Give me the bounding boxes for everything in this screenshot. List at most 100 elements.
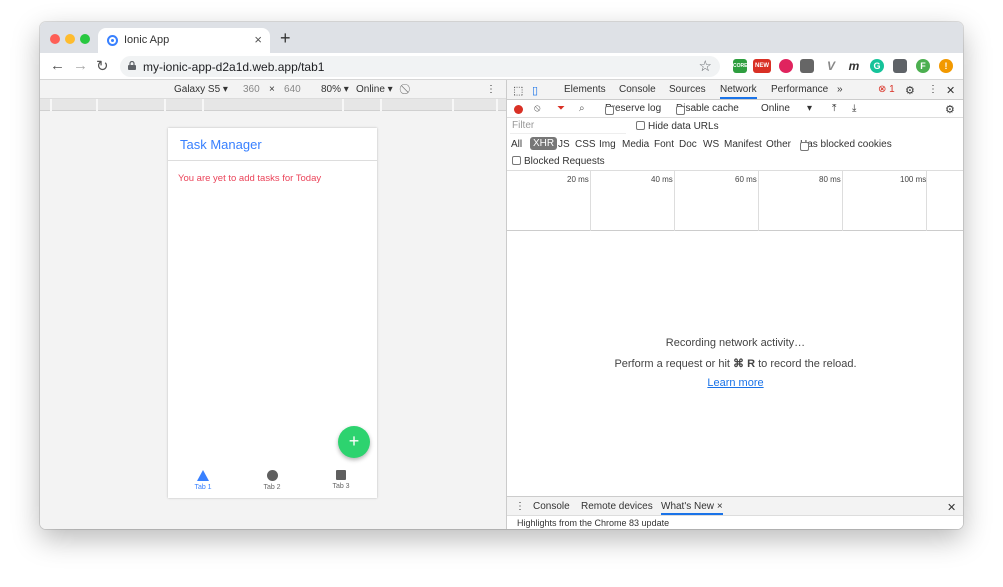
drawer-menu-icon[interactable]: ⋮ <box>515 501 525 512</box>
type-doc[interactable]: Doc <box>679 139 697 150</box>
tab-strip: Ionic App × + <box>40 22 963 53</box>
device-toggle-icon[interactable]: ▯ <box>532 84 538 97</box>
type-manifest[interactable]: Manifest <box>724 139 762 150</box>
more-tabs-icon[interactable]: » <box>837 84 843 95</box>
has-blocked-cookies-checkbox[interactable]: Has blocked cookies <box>800 139 892 151</box>
type-media[interactable]: Media <box>622 139 649 150</box>
tab-close-icon[interactable]: × <box>254 32 262 47</box>
error-counter[interactable]: ⊗ 1 <box>878 84 895 95</box>
tab-2[interactable]: Tab 2 <box>252 470 292 491</box>
devtools-drawer: ⋮ Console Remote devices What's New × ✕ … <box>507 496 963 529</box>
browser-toolbar: ← → ↻ my-ionic-app-d2a1d.web.app/tab1 ☆ … <box>40 53 963 80</box>
mobile-app-frame: Task Manager You are yet to add tasks fo… <box>168 128 377 498</box>
tab-sources[interactable]: Sources <box>669 84 706 95</box>
devtools-tabbar: ⬚ ▯ Elements Console Sources Network Per… <box>507 80 963 100</box>
forward-icon[interactable]: → <box>73 57 88 74</box>
settings-gear-icon[interactable]: ⚙ <box>905 84 915 97</box>
filter-funnel-icon[interactable]: ⏷ <box>557 103 565 114</box>
close-drawer-icon[interactable]: ✕ <box>947 501 956 514</box>
clear-icon[interactable]: ⦸ <box>534 103 541 114</box>
inspect-element-icon[interactable]: ⬚ <box>513 84 523 97</box>
close-whats-new-icon[interactable]: × <box>717 501 723 512</box>
tab-network[interactable]: Network <box>720 84 757 99</box>
more-options-icon[interactable]: ⋮ <box>486 84 496 95</box>
device-width[interactable]: 360 <box>243 84 260 95</box>
record-hint: Perform a request or hit ⌘ R to record t… <box>507 357 963 370</box>
browser-window: Ionic App × + ← → ↻ my-ionic-app-d2a1d.w… <box>40 22 963 529</box>
timeline-tick: 80 ms <box>819 175 841 184</box>
filter-input[interactable]: Filter <box>510 120 626 134</box>
type-css[interactable]: CSS <box>575 139 596 150</box>
empty-tasks-message: You are yet to add tasks for Today <box>178 173 322 184</box>
square-icon <box>336 470 346 480</box>
update-alert-icon[interactable]: ! <box>939 59 953 73</box>
add-task-button[interactable]: + <box>338 426 370 458</box>
type-font[interactable]: Font <box>654 139 674 150</box>
device-toolbar: Galaxy S5 ▾ 360 × 640 80% ▾ Online ▾ ⃠ ⋮ <box>40 80 506 99</box>
browser-tab[interactable]: Ionic App × <box>98 28 270 53</box>
tab-1[interactable]: Tab 1 <box>183 470 223 491</box>
minimize-window-button[interactable] <box>65 34 75 44</box>
maximize-window-button[interactable] <box>80 34 90 44</box>
blocked-requests-checkbox[interactable]: Blocked Requests <box>512 156 605 167</box>
grammarly-extension-icon[interactable]: G <box>870 59 884 73</box>
hint-prefix: Perform a request or hit <box>614 358 734 370</box>
new-badge-extension-icon[interactable]: NEW <box>753 59 771 73</box>
type-js[interactable]: JS <box>558 139 570 150</box>
bug-extension-icon[interactable] <box>800 59 814 73</box>
new-tab-button[interactable]: + <box>280 28 291 49</box>
drawer-tab-remote-devices[interactable]: Remote devices <box>581 501 653 512</box>
search-icon[interactable]: ⌕ <box>579 103 585 114</box>
export-har-icon[interactable]: ⤓ <box>852 103 856 114</box>
tab-elements[interactable]: Elements <box>564 84 606 95</box>
type-xhr[interactable]: XHR <box>530 137 558 150</box>
vue-extension-icon[interactable]: V <box>824 59 838 73</box>
green-extension-icon[interactable]: CORE <box>733 59 747 73</box>
timeline-tick: 40 ms <box>651 175 673 184</box>
import-har-icon[interactable]: ⤒ <box>832 103 836 114</box>
blocked-requests-row: Blocked Requests <box>507 153 963 171</box>
zoom-select[interactable]: 80% ▾ <box>321 84 349 95</box>
address-bar[interactable]: my-ionic-app-d2a1d.web.app/tab1 ☆ <box>120 56 720 77</box>
disable-cache-checkbox[interactable]: Disable cache <box>676 103 739 115</box>
close-window-button[interactable] <box>50 34 60 44</box>
hide-data-urls-checkbox[interactable]: Hide data URLs <box>636 121 719 132</box>
learn-more-link[interactable]: Learn more <box>707 377 763 389</box>
hint-suffix: to record the reload. <box>755 358 857 370</box>
error-count: 1 <box>889 84 895 95</box>
m-extension-icon[interactable]: m <box>847 59 861 73</box>
tab-1-label: Tab 1 <box>194 484 212 491</box>
type-img[interactable]: Img <box>599 139 616 150</box>
profile-avatar[interactable]: F <box>916 59 930 73</box>
reload-icon[interactable]: ↻ <box>96 57 109 75</box>
bookmark-star-icon[interactable]: ☆ <box>699 57 712 75</box>
network-settings-icon[interactable]: ⚙ <box>945 103 955 116</box>
network-toolbar: ⦸ ⏷ ⌕ Preserve log Disable cache Online … <box>507 100 963 118</box>
type-all[interactable]: All <box>511 139 522 150</box>
ionic-favicon-icon <box>107 35 118 46</box>
drawer-tab-console[interactable]: Console <box>533 501 570 512</box>
drawer-content: Highlights from the Chrome 83 update <box>507 515 963 529</box>
preserve-log-checkbox[interactable]: Preserve log <box>605 103 661 115</box>
throttle-dropdown-arrow[interactable]: ▾ <box>807 103 812 114</box>
tab-performance[interactable]: Performance <box>771 84 828 95</box>
device-select[interactable]: Galaxy S5 ▾ <box>174 84 228 95</box>
devtools-menu-icon[interactable]: ⋮ <box>928 84 938 95</box>
network-empty-state: Recording network activity… Perform a re… <box>507 231 963 496</box>
back-icon[interactable]: ← <box>50 57 65 74</box>
tab-3[interactable]: Tab 3 <box>321 470 361 490</box>
network-select[interactable]: Online ▾ <box>356 84 393 95</box>
type-ws[interactable]: WS <box>703 139 719 150</box>
close-devtools-icon[interactable]: ✕ <box>946 84 955 97</box>
record-icon[interactable] <box>514 105 523 114</box>
device-height[interactable]: 640 <box>284 84 301 95</box>
type-other[interactable]: Other <box>766 139 791 150</box>
drawer-tab-whats-new[interactable]: What's New × <box>661 501 723 515</box>
puzzle-extension-icon[interactable] <box>893 59 907 73</box>
tab-console[interactable]: Console <box>619 84 656 95</box>
media-query-ruler <box>40 99 506 111</box>
target-extension-icon[interactable] <box>779 59 793 73</box>
ellipse-icon <box>266 470 278 481</box>
app-header: Task Manager <box>168 128 377 161</box>
throttle-select[interactable]: Online <box>761 103 790 114</box>
